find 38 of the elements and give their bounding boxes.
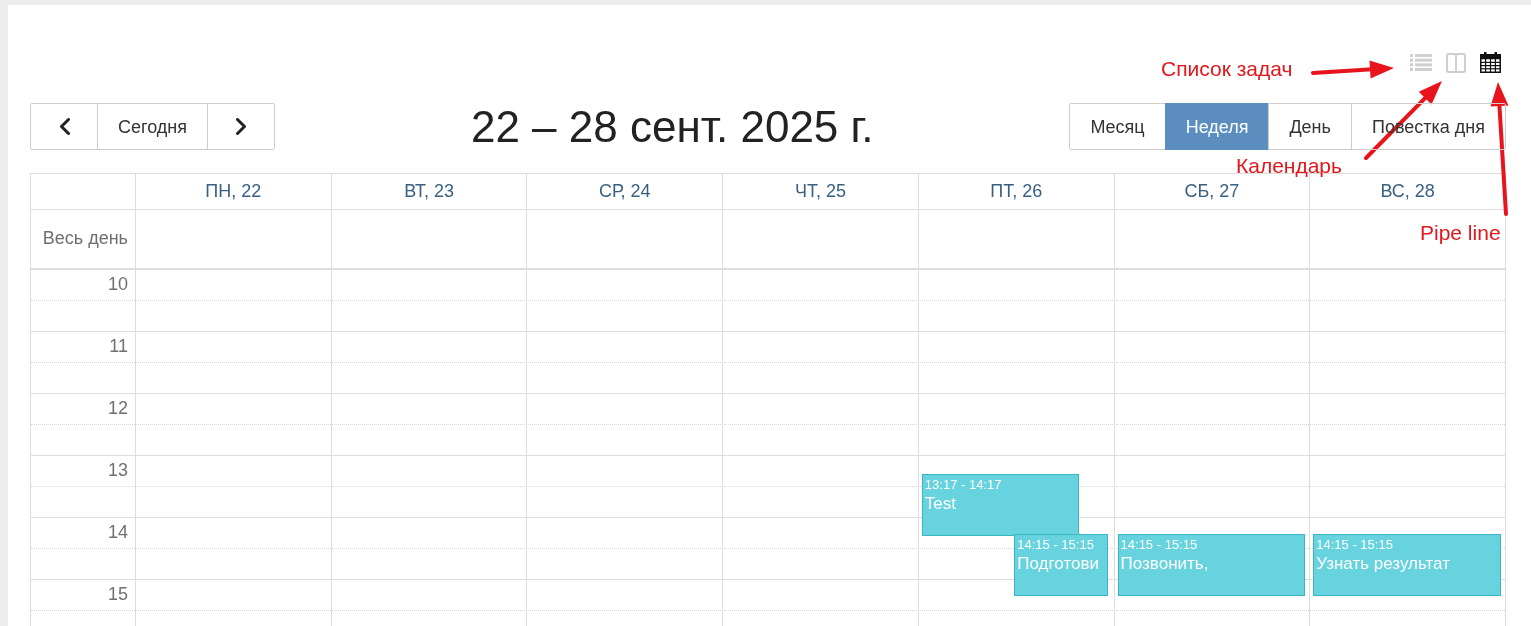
event-time: 14:15 - 15:15 — [1119, 535, 1199, 553]
chevron-right-icon — [235, 118, 247, 135]
next-button[interactable] — [207, 103, 275, 150]
event-time: 14:15 - 15:15 — [1315, 535, 1394, 553]
day-header: СР, 24 — [598, 180, 651, 203]
annotation-label: Pipe line — [1420, 220, 1501, 246]
day-header: ПТ, 26 — [990, 180, 1043, 203]
time-label: 12 — [107, 398, 128, 420]
event-time: 13:17 - 14:17 — [923, 475, 1003, 493]
time-label: 13 — [107, 460, 128, 482]
view-tab[interactable]: День — [1268, 103, 1352, 150]
calendar-title: 22 – 28 сент. 2025 г. — [470, 103, 874, 150]
all-day-label: Весь день — [42, 228, 128, 250]
time-label: 10 — [107, 274, 128, 296]
chevron-left-icon — [58, 118, 70, 135]
day-header: ВС, 28 — [1380, 180, 1435, 203]
annotation-label: Календарь — [1236, 153, 1342, 179]
calendar-event[interactable]: 14:15 - 15:15 Узнать результат — [1313, 533, 1501, 596]
day-header: ВТ, 23 — [404, 180, 454, 203]
event-title: Позвонить, — [1119, 553, 1210, 576]
time-label: 11 — [109, 336, 128, 358]
event-time: 14:15 - 15:15 — [1016, 535, 1095, 553]
time-label: 14 — [107, 522, 128, 544]
event-title: Узнать результат — [1315, 553, 1451, 576]
today-button[interactable]: Сегодня — [97, 103, 208, 150]
day-header: СБ, 27 — [1184, 180, 1240, 203]
calendar-event[interactable]: 14:15 - 15:15 Подготови — [1014, 533, 1108, 596]
day-header: ПН, 22 — [205, 180, 262, 203]
previous-button[interactable] — [30, 103, 98, 150]
calendar-event[interactable]: 13:17 - 14:17 Test — [921, 473, 1079, 536]
annotation-label: Список задач — [1161, 56, 1293, 82]
day-header: ЧТ, 25 — [794, 180, 846, 203]
event-title: Test — [923, 493, 958, 516]
view-tab[interactable]: Неделя — [1164, 103, 1270, 150]
event-title: Подготови — [1016, 553, 1100, 576]
calendar-event[interactable]: 14:15 - 15:15 Позвонить, — [1117, 533, 1306, 596]
calendar-icon[interactable] — [1480, 52, 1501, 73]
time-label: 15 — [107, 584, 128, 606]
